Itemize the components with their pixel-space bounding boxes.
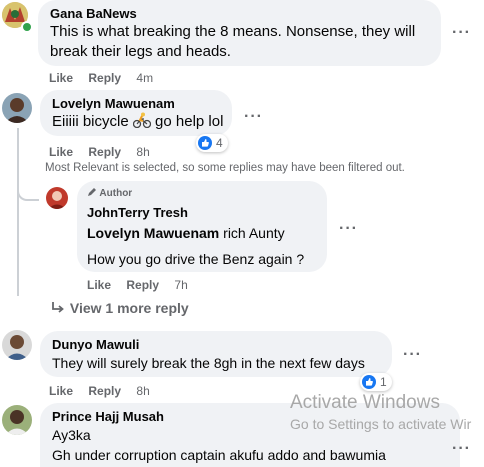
more-options-icon[interactable]: ··· <box>452 25 471 41</box>
reaction-count: 1 <box>380 375 387 389</box>
replier-name[interactable]: JohnTerry Tresh <box>87 205 317 221</box>
avatar-lovelyn-mawuenam[interactable] <box>2 93 32 123</box>
reply-text-line: How you go drive the Benz again ? <box>87 251 305 267</box>
commenter-name[interactable]: Dunyo Mawuli <box>52 337 380 353</box>
reply-arrow-icon <box>50 301 66 315</box>
comment-text-line: break their legs and heads. <box>50 43 231 60</box>
comment-bubble: Gana BaNews This is what breaking the 8 … <box>38 0 441 66</box>
reaction-summary[interactable]: 1 <box>360 373 392 391</box>
comment-actions: Like Reply 8h <box>49 145 150 159</box>
commenter-name[interactable]: Gana BaNews <box>50 6 429 22</box>
more-options-icon[interactable]: ··· <box>244 109 263 125</box>
mention-link[interactable]: Lovelyn Mawuenam <box>87 225 219 241</box>
online-status-dot <box>21 21 33 33</box>
like-reaction-icon <box>198 136 212 150</box>
bicyclist-emoji <box>132 112 152 129</box>
timestamp[interactable]: 8h <box>136 384 149 398</box>
reply-button[interactable]: Reply <box>88 145 121 159</box>
avatar-image <box>46 187 68 209</box>
more-options-icon[interactable]: ··· <box>339 221 358 237</box>
reply-text: Lovelyn Mawuenam rich Aunty <box>87 225 285 241</box>
commenter-name[interactable]: Lovelyn Mawuenam <box>52 96 220 112</box>
like-button[interactable]: Like <box>87 278 111 292</box>
reply-button[interactable]: Reply <box>126 278 159 292</box>
like-button[interactable]: Like <box>49 384 73 398</box>
timestamp[interactable]: 7h <box>174 278 187 292</box>
reply-button[interactable]: Reply <box>88 384 121 398</box>
comment-text-line: Gh under corruption captain akufu addo a… <box>52 447 386 463</box>
more-options-icon[interactable]: ··· <box>452 441 471 457</box>
activate-windows-subtitle: Go to Settings to activate Wir <box>290 416 472 432</box>
comment-text: They will surely break the 8gh in the ne… <box>52 355 365 371</box>
timestamp[interactable]: 4m <box>136 71 153 85</box>
reply-button[interactable]: Reply <box>88 71 121 85</box>
thread-connector <box>17 181 39 201</box>
reply-bubble: Author JohnTerry Tresh Lovelyn Mawuenam … <box>77 181 327 272</box>
comment-text-line: This is what breaking the 8 means. Nonse… <box>50 23 416 40</box>
reaction-count: 4 <box>216 136 223 150</box>
like-reaction-icon <box>362 375 376 389</box>
reply-actions: Like Reply 7h <box>87 278 188 292</box>
avatar-dunyo-mawuli[interactable] <box>2 330 32 360</box>
like-button[interactable]: Like <box>49 145 73 159</box>
reaction-summary[interactable]: 4 <box>196 134 228 152</box>
like-button[interactable]: Like <box>49 71 73 85</box>
more-options-icon[interactable]: ··· <box>403 347 422 363</box>
comment-actions: Like Reply 4m <box>49 71 153 85</box>
view-more-replies-link[interactable]: View 1 more reply <box>50 300 189 316</box>
pen-icon <box>87 187 97 197</box>
avatar-prince-hajj-musah[interactable] <box>2 405 32 435</box>
comment-bubble: Dunyo Mawuli They will surely break the … <box>40 331 392 377</box>
filter-notice: Most Relevant is selected, so some repli… <box>45 162 405 174</box>
avatar-johnterry-tresh[interactable] <box>46 187 68 209</box>
avatar-image <box>2 330 32 360</box>
thread-line <box>17 128 19 296</box>
comment-actions: Like Reply 8h <box>49 384 150 398</box>
comment-bubble: Lovelyn Mawuenam Eiiiii bicycle go help … <box>40 90 232 136</box>
author-badge: Author <box>87 187 317 201</box>
activate-windows-title: Activate Windows <box>290 392 440 413</box>
avatar-image <box>2 93 32 123</box>
comment-text: Eiiiii bicycle go help lol <box>52 112 224 130</box>
timestamp[interactable]: 8h <box>136 145 149 159</box>
avatar-image <box>2 405 32 435</box>
